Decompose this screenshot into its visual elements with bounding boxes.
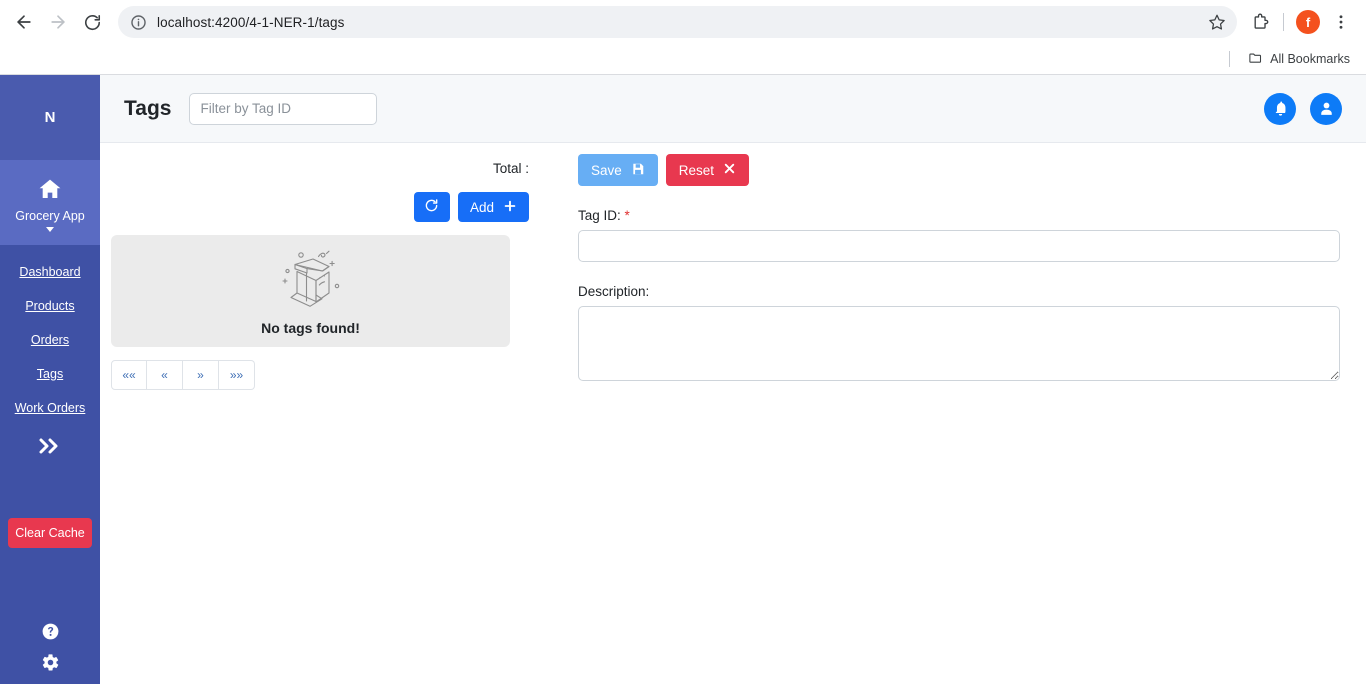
chevron-double-right-icon xyxy=(37,437,63,460)
reset-button-label: Reset xyxy=(678,162,715,178)
main-content: Tags Tot xyxy=(100,75,1366,684)
tag-form-panel: Save Reset Tag ID: * Description: xyxy=(540,143,1366,684)
clear-cache-wrapper: Clear Cache xyxy=(0,460,100,548)
gear-icon[interactable] xyxy=(41,653,60,672)
all-bookmarks-button[interactable]: All Bookmarks xyxy=(1242,47,1356,71)
chevron-down-icon xyxy=(46,227,54,232)
site-info-icon[interactable] xyxy=(129,13,147,31)
save-button[interactable]: Save xyxy=(578,154,658,186)
total-label: Total : xyxy=(492,160,529,176)
notifications-bell-icon[interactable] xyxy=(1264,92,1296,125)
description-label: Description: xyxy=(578,284,650,299)
close-x-icon xyxy=(723,162,736,178)
add-button-label: Add xyxy=(469,199,494,215)
profile-avatar[interactable]: f xyxy=(1296,10,1320,34)
header-icon-group xyxy=(1264,92,1342,125)
folder-icon xyxy=(1248,50,1263,68)
tag-id-input[interactable] xyxy=(578,230,1340,262)
sidebar-item-dashboard[interactable]: Dashboard xyxy=(0,255,100,289)
home-icon xyxy=(37,177,63,206)
browser-toolbar: localhost:4200/4-1-NER-1/tags f xyxy=(0,0,1366,44)
sidebar-item-orders[interactable]: Orders xyxy=(0,323,100,357)
pagination-last-page[interactable]: »» xyxy=(219,360,255,390)
sidebar-logo[interactable]: N xyxy=(0,75,100,160)
sidebar-app-selector[interactable]: Grocery App xyxy=(0,160,100,245)
save-button-label: Save xyxy=(591,162,622,178)
description-textarea[interactable] xyxy=(578,306,1340,381)
tag-id-label-text: Tag ID: xyxy=(578,208,621,223)
back-button[interactable] xyxy=(8,6,40,38)
floppy-disk-icon xyxy=(631,162,645,179)
tags-list-panel: Total : Add No tags found! «« « » »» xyxy=(100,143,540,684)
address-bar[interactable]: localhost:4200/4-1-NER-1/tags xyxy=(118,6,1237,38)
reset-button[interactable]: Reset xyxy=(665,154,750,186)
browser-chrome: localhost:4200/4-1-NER-1/tags f All Book… xyxy=(0,0,1366,75)
sidebar-bottom-icons xyxy=(0,622,100,672)
sidebar-app-label: Grocery App xyxy=(15,209,85,223)
pagination-next-page[interactable]: » xyxy=(183,360,219,390)
pagination-first-page[interactable]: «« xyxy=(111,360,147,390)
filter-by-tag-id-input[interactable] xyxy=(189,92,378,125)
toolbar-divider xyxy=(1283,13,1284,31)
total-row: Total : xyxy=(111,155,540,181)
sidebar-item-products[interactable]: Products xyxy=(0,289,100,323)
forward-button[interactable] xyxy=(42,6,74,38)
content-area: Total : Add No tags found! «« « » »» Sav… xyxy=(100,143,1366,684)
form-action-row: Save Reset xyxy=(578,154,1340,186)
clear-cache-button[interactable]: Clear Cache xyxy=(8,518,92,548)
plus-icon xyxy=(503,199,517,216)
required-asterisk: * xyxy=(624,208,630,223)
sidebar-nav-list: Dashboard Products Orders Tags Work Orde… xyxy=(0,245,100,425)
empty-state-panel: No tags found! xyxy=(111,235,510,347)
user-account-icon[interactable] xyxy=(1310,92,1342,125)
extensions-icon[interactable] xyxy=(1245,7,1275,37)
list-action-row: Add xyxy=(111,192,540,222)
sidebar: N Grocery App Dashboard Products Orders … xyxy=(0,75,100,684)
pagination: «« « » »» xyxy=(111,360,540,390)
app-shell: N Grocery App Dashboard Products Orders … xyxy=(0,75,1366,684)
refresh-icon xyxy=(424,198,439,216)
sidebar-expand-button[interactable] xyxy=(0,425,100,460)
sidebar-item-work-orders[interactable]: Work Orders xyxy=(0,391,100,425)
browser-menu-icon[interactable] xyxy=(1326,7,1356,37)
page-title: Tags xyxy=(124,96,172,120)
tag-id-label: Tag ID: * xyxy=(578,208,1340,223)
refresh-button[interactable] xyxy=(413,192,450,222)
bookmark-star-icon[interactable] xyxy=(1205,10,1229,34)
all-bookmarks-label: All Bookmarks xyxy=(1270,52,1350,66)
empty-state-message: No tags found! xyxy=(261,319,360,336)
add-tag-button[interactable]: Add xyxy=(457,192,529,222)
reload-button[interactable] xyxy=(76,6,108,38)
sidebar-item-tags[interactable]: Tags xyxy=(0,357,100,391)
bookmarks-bar: All Bookmarks xyxy=(0,44,1366,74)
empty-box-icon xyxy=(275,247,347,314)
url-text: localhost:4200/4-1-NER-1/tags xyxy=(157,14,345,30)
help-icon[interactable] xyxy=(41,622,60,641)
pagination-prev-page[interactable]: « xyxy=(147,360,183,390)
page-header: Tags xyxy=(100,75,1366,143)
bookmarks-divider xyxy=(1229,51,1231,67)
